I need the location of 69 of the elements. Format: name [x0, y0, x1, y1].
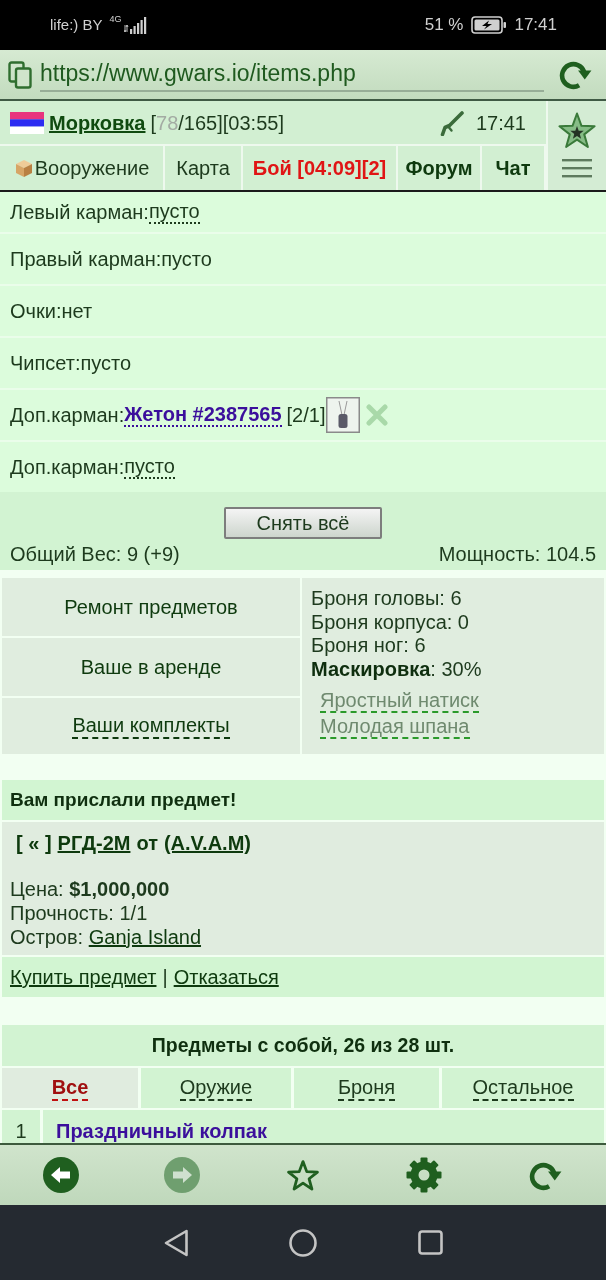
island-label: Остров:: [10, 926, 84, 948]
box-icon: [13, 158, 34, 178]
filter-tab[interactable]: Все: [2, 1068, 138, 1108]
slot-label: Доп.карман:: [10, 455, 125, 479]
player-stats: [78/165][03:55]: [150, 110, 284, 135]
armor-stat: Броня головы: 6: [311, 587, 463, 611]
dog-tag-icon[interactable]: [326, 397, 361, 433]
offer-title: Вам прислали предмет!: [10, 788, 237, 812]
slot-label: Доп.карман:: [10, 403, 125, 427]
header-time: 17:41: [475, 110, 526, 135]
decline-link[interactable]: Отказаться: [173, 965, 279, 989]
durability-text: Прочность: 1/1: [10, 901, 149, 925]
flag-icon: [10, 111, 44, 134]
slot-label: Чипсет:: [10, 351, 81, 375]
item-link[interactable]: Жетон #2387565: [124, 403, 282, 427]
recents-icon[interactable]: [417, 1230, 443, 1255]
player-name-link[interactable]: Морковка: [49, 110, 146, 135]
signal-icon: [123, 15, 147, 35]
island-link[interactable]: Ganja Island: [88, 926, 201, 948]
total-weight: Общий Вес: 9 (+9): [10, 542, 180, 566]
nav-tab[interactable]: Форум: [398, 146, 482, 190]
battery-percent: 51 %: [424, 14, 464, 36]
rifle-icon: [439, 109, 464, 136]
slot-value: нет: [61, 299, 93, 323]
nav-tab[interactable]: Бой [04:09][2]: [243, 146, 398, 190]
status-time: 17:41: [514, 14, 557, 36]
back-marker[interactable]: [ « ]: [16, 831, 52, 855]
filter-tab[interactable]: Остальное: [442, 1068, 604, 1108]
nav-tab[interactable]: Вооружение: [0, 146, 165, 190]
action-link[interactable]: Ремонт предметов: [2, 578, 300, 636]
price-text: Цена: $1,000,000: [10, 877, 171, 901]
home-icon[interactable]: [288, 1228, 317, 1257]
slot-label: Левый карман:: [10, 200, 149, 224]
nav-tab[interactable]: Карта: [165, 146, 243, 190]
carrier-name: life:) BY: [50, 16, 103, 34]
armor-stat: Броня корпуса: 0: [311, 610, 470, 634]
item-name-link[interactable]: Праздничный колпак: [56, 1120, 267, 1142]
unequip-button[interactable]: Снять всё: [224, 507, 382, 539]
filter-tab[interactable]: Броня: [294, 1068, 439, 1108]
slot-label: Правый карман:: [10, 247, 162, 271]
star-icon[interactable]: [557, 111, 597, 151]
slot-link[interactable]: пусто: [148, 200, 200, 224]
filter-tab[interactable]: Оружие: [141, 1068, 291, 1108]
menu-icon[interactable]: [562, 158, 592, 178]
row-number: 1: [2, 1110, 40, 1143]
slot-link[interactable]: пусто: [124, 455, 175, 479]
armor-stat: Маскировка: 30%: [311, 657, 483, 681]
slot-value: пусто: [161, 247, 212, 271]
action-link[interactable]: Ваше в аренде: [2, 638, 300, 696]
reload-icon[interactable]: [558, 59, 593, 90]
inventory-title: Предметы с собой, 26 из 28 шт.: [151, 1033, 455, 1058]
slot-label: Очки:: [10, 299, 62, 323]
back-icon[interactable]: [42, 1157, 79, 1193]
settings-icon[interactable]: [406, 1157, 443, 1193]
power-value: Мощность: 104.5: [438, 542, 596, 566]
item-link[interactable]: РГД-2М: [57, 831, 131, 855]
network-type: 4G: [109, 14, 122, 24]
back-icon[interactable]: [163, 1228, 188, 1257]
from-text: от: [136, 831, 158, 855]
slot-value: пусто: [80, 351, 132, 375]
star-icon[interactable]: [286, 1158, 320, 1192]
item-count: [2/1]: [286, 403, 326, 427]
armor-stat: Броня ног: 6: [311, 634, 427, 658]
action-link[interactable]: Ваши комплекты: [2, 698, 300, 754]
separator-text: |: [162, 965, 168, 989]
tabs-icon[interactable]: [8, 60, 32, 89]
battery-icon: [471, 16, 507, 34]
buy-link[interactable]: Купить предмет: [10, 965, 157, 989]
sender-link[interactable]: (A.V.A.M): [163, 831, 251, 855]
